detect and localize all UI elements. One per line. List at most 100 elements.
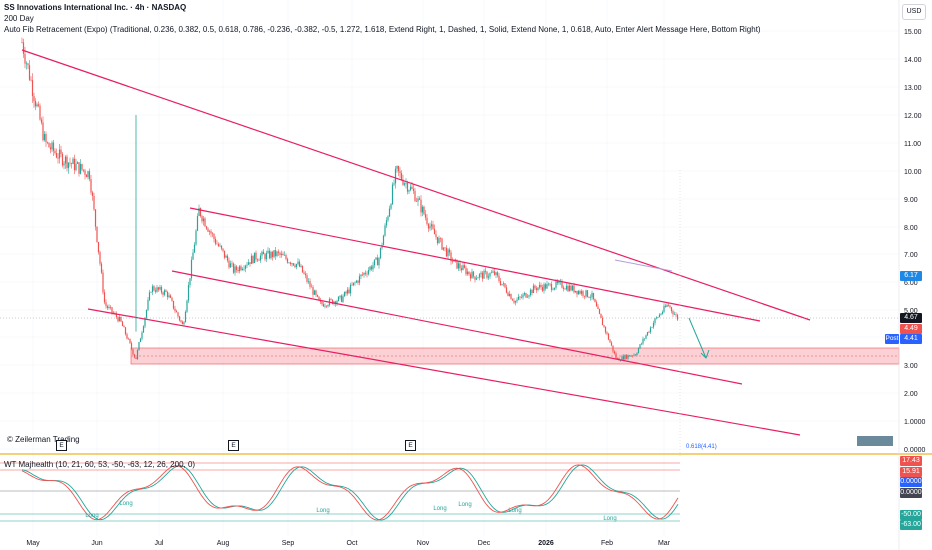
candle-body	[658, 314, 661, 318]
candle-body	[634, 354, 637, 356]
candle-body	[375, 257, 377, 260]
candle-body	[396, 165, 398, 169]
candle-body	[42, 122, 44, 141]
candle-body	[172, 300, 175, 309]
candle-body	[133, 354, 136, 358]
candle-body	[181, 321, 184, 325]
candle-body	[384, 225, 386, 236]
candles	[21, 37, 679, 362]
price-tag-post: 4.41	[900, 334, 922, 344]
candle-body	[663, 305, 665, 312]
candle-body	[105, 302, 107, 307]
candle-body	[666, 304, 668, 307]
candle-body	[87, 171, 89, 178]
candle-body	[100, 263, 103, 273]
candle-body	[462, 265, 464, 271]
candle-body	[43, 133, 46, 141]
candle-body	[654, 318, 656, 323]
candle-body	[154, 290, 157, 292]
long-signal-label: Long	[119, 501, 132, 507]
candle-body	[382, 235, 385, 246]
candle-body	[471, 271, 473, 279]
candle-body	[595, 302, 598, 307]
candle-body	[184, 311, 187, 323]
post-market-badge: Post	[885, 334, 899, 344]
candle-body	[252, 255, 254, 264]
candle-body	[73, 158, 76, 171]
candle-body	[594, 299, 596, 303]
candle-body	[210, 231, 212, 234]
long-signal-label: Long	[508, 508, 521, 514]
candle-body	[369, 266, 371, 271]
trendline-channel-mid	[171, 270, 743, 385]
candle-body	[33, 95, 35, 102]
candle-body	[591, 292, 593, 298]
candle-body	[439, 238, 442, 239]
candle-body	[636, 353, 638, 356]
candle-body	[159, 287, 161, 290]
candle-body	[480, 272, 482, 275]
candle-body	[340, 295, 343, 302]
candle-body	[537, 287, 539, 291]
candle-body	[370, 266, 373, 270]
candle-body	[603, 325, 605, 327]
candle-body	[573, 285, 575, 293]
candle-body	[676, 314, 679, 320]
currency-button[interactable]: USD	[902, 4, 926, 20]
osc-tag-1: 17.43	[900, 456, 922, 466]
candle-body	[478, 274, 481, 278]
candle-body	[82, 169, 85, 171]
candle-body	[460, 268, 463, 271]
candle-body	[55, 153, 58, 158]
candle-body	[409, 186, 412, 191]
candle-body	[657, 317, 659, 318]
candle-body	[387, 216, 389, 221]
candle-body	[120, 316, 122, 322]
candle-body	[300, 265, 302, 267]
osc-tag-6: -63.00	[900, 520, 922, 530]
candle-body	[672, 311, 674, 315]
long-signal-label: Long	[433, 506, 446, 512]
candle-body	[61, 153, 64, 166]
candle-body	[604, 326, 607, 333]
candle-body	[94, 209, 97, 227]
candle-body	[228, 260, 230, 268]
candle-body	[304, 273, 307, 276]
candle-body	[366, 273, 368, 275]
candle-body	[624, 354, 626, 360]
candle-body	[229, 263, 232, 268]
candle-body	[109, 306, 112, 308]
earnings-marker[interactable]: E	[56, 440, 67, 451]
y-tick-label: 8.00	[904, 225, 918, 232]
candle-body	[259, 255, 262, 261]
candle-body	[63, 163, 65, 166]
y-tick-label: 0.0000	[904, 447, 926, 454]
candle-body	[22, 42, 25, 54]
candle-body	[216, 243, 218, 245]
candle-body	[580, 291, 583, 294]
candle-body	[498, 275, 500, 282]
candle-body	[274, 250, 277, 257]
candle-body	[330, 298, 332, 300]
candle-body	[142, 326, 145, 333]
candle-body	[372, 265, 374, 270]
candle-body	[303, 272, 305, 274]
candle-body	[244, 265, 247, 269]
osc-tag-2: 15.91	[900, 467, 922, 477]
candle-body	[127, 338, 130, 340]
candle-body	[292, 263, 295, 266]
earnings-marker[interactable]: E	[228, 440, 239, 451]
candle-body	[240, 266, 242, 270]
candle-body	[31, 80, 34, 96]
candle-body	[162, 292, 164, 295]
candle-body	[25, 63, 28, 65]
candle-body	[412, 188, 415, 191]
candle-body	[37, 104, 40, 106]
candle-body	[264, 254, 266, 260]
candle-body	[253, 252, 256, 264]
candle-body	[532, 285, 535, 294]
candle-body	[282, 253, 284, 256]
earnings-marker[interactable]: E	[405, 440, 416, 451]
candle-body	[295, 263, 298, 268]
candle-body	[394, 168, 397, 184]
